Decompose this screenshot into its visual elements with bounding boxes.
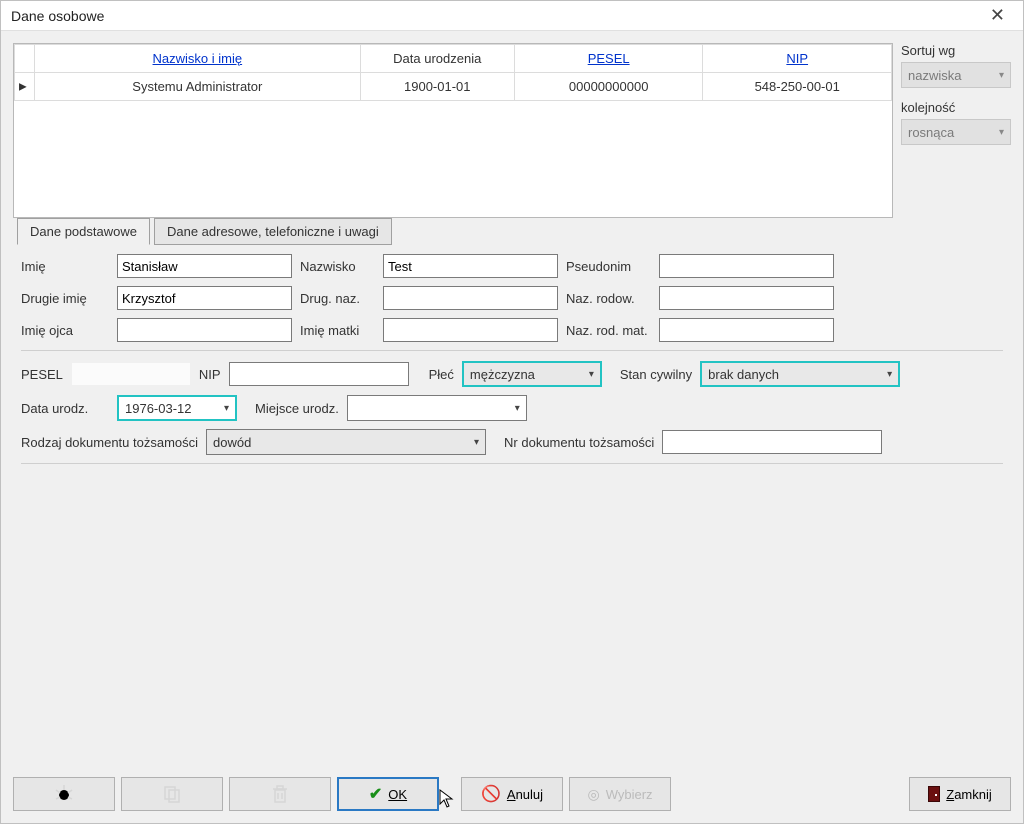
header-name-link[interactable]: Nazwisko i imię [153,51,243,66]
tab-address[interactable]: Dane adresowe, telefoniczne i uwagi [154,218,392,245]
drugnaz-input[interactable] [383,286,558,310]
imiematki-input[interactable] [383,318,558,342]
people-table[interactable]: Nazwisko i imię Data urodzenia PESEL NIP… [13,43,893,218]
drugnaz-label: Drug. naz. [300,291,375,306]
chevron-down-icon: ▾ [589,369,594,380]
trash-icon [272,785,288,803]
imie-input[interactable] [117,254,292,278]
nazwisko-input[interactable] [383,254,558,278]
nrdok-input[interactable] [662,430,882,454]
nazrodmat-input[interactable] [659,318,834,342]
prohibit-icon: 🚫 [481,784,501,804]
chevron-down-icon: ▾ [887,369,892,380]
copy-icon [163,785,181,803]
table-row[interactable]: Systemu Administrator 1900-01-01 0000000… [15,73,892,101]
titlebar: Dane osobowe ✕ [1,1,1023,31]
plec-select[interactable]: mężczyzna▾ [462,361,602,387]
checkmark-icon: ✔ [369,784,382,804]
pseudonim-input[interactable] [659,254,834,278]
stan-select[interactable]: brak danych▾ [700,361,900,387]
nazwisko-label: Nazwisko [300,259,375,274]
close-button[interactable]: Zamknij [909,777,1011,811]
plec-label: Płeć [429,367,454,382]
nip-input[interactable] [229,362,409,386]
ok-button[interactable]: ✔ OK [337,777,439,811]
nrdok-label: Nr dokumentu tożsamości [504,435,654,450]
tab-basic[interactable]: Dane podstawowe [17,218,150,245]
chevron-down-icon: ▾ [224,403,229,414]
drugieimie-input[interactable] [117,286,292,310]
order-label: kolejność [901,100,1011,115]
miejsce-select[interactable]: ▾ [347,395,527,421]
chevron-down-icon: ▾ [515,403,520,414]
bug-icon [54,785,74,803]
bug-button [13,777,115,811]
door-icon [928,786,940,802]
drugieimie-label: Drugie imię [21,291,109,306]
imieojca-input[interactable] [117,318,292,342]
cancel-button[interactable]: 🚫 Anuluj [461,777,563,811]
chevron-down-icon: ▾ [999,70,1004,81]
chevron-down-icon: ▾ [999,127,1004,138]
sort-label: Sortuj wg [901,43,1011,58]
row-indicator-icon [15,73,35,101]
imieojca-label: Imię ojca [21,323,109,338]
nazrodow-label: Naz. rodow. [566,291,651,306]
header-birth: Data urodzenia [360,45,514,73]
window-title: Dane osobowe [11,8,104,24]
header-pesel-link[interactable]: PESEL [588,51,630,66]
stan-label: Stan cywilny [620,367,692,382]
select-button: ◎ Wybierz [569,777,671,811]
pseudonim-label: Pseudonim [566,259,651,274]
dataurodz-select[interactable]: 1976-03-12▾ [117,395,237,421]
nip-label: NIP [199,367,221,382]
close-icon[interactable]: ✕ [982,3,1013,28]
imiematki-label: Imię matki [300,323,375,338]
miejsce-label: Miejsce urodz. [255,401,339,416]
target-icon: ◎ [587,786,599,803]
imie-label: Imię [21,259,109,274]
sort-select: nazwiska▾ [901,62,1011,88]
copy-button [121,777,223,811]
order-select: rosnąca▾ [901,119,1011,145]
delete-button [229,777,331,811]
cursor-icon [439,789,455,809]
pesel-input[interactable] [71,362,191,386]
rodzajdok-select[interactable]: dowód▾ [206,429,486,455]
personal-data-window: Dane osobowe ✕ Nazwisko i imię Da [0,0,1024,824]
nazrodmat-label: Naz. rod. mat. [566,323,651,338]
header-nip-link[interactable]: NIP [786,51,808,66]
chevron-down-icon: ▾ [474,437,479,448]
rodzajdok-label: Rodzaj dokumentu tożsamości [21,435,198,450]
pesel-label: PESEL [21,367,63,382]
nazrodow-input[interactable] [659,286,834,310]
dataurodz-label: Data urodz. [21,401,109,416]
